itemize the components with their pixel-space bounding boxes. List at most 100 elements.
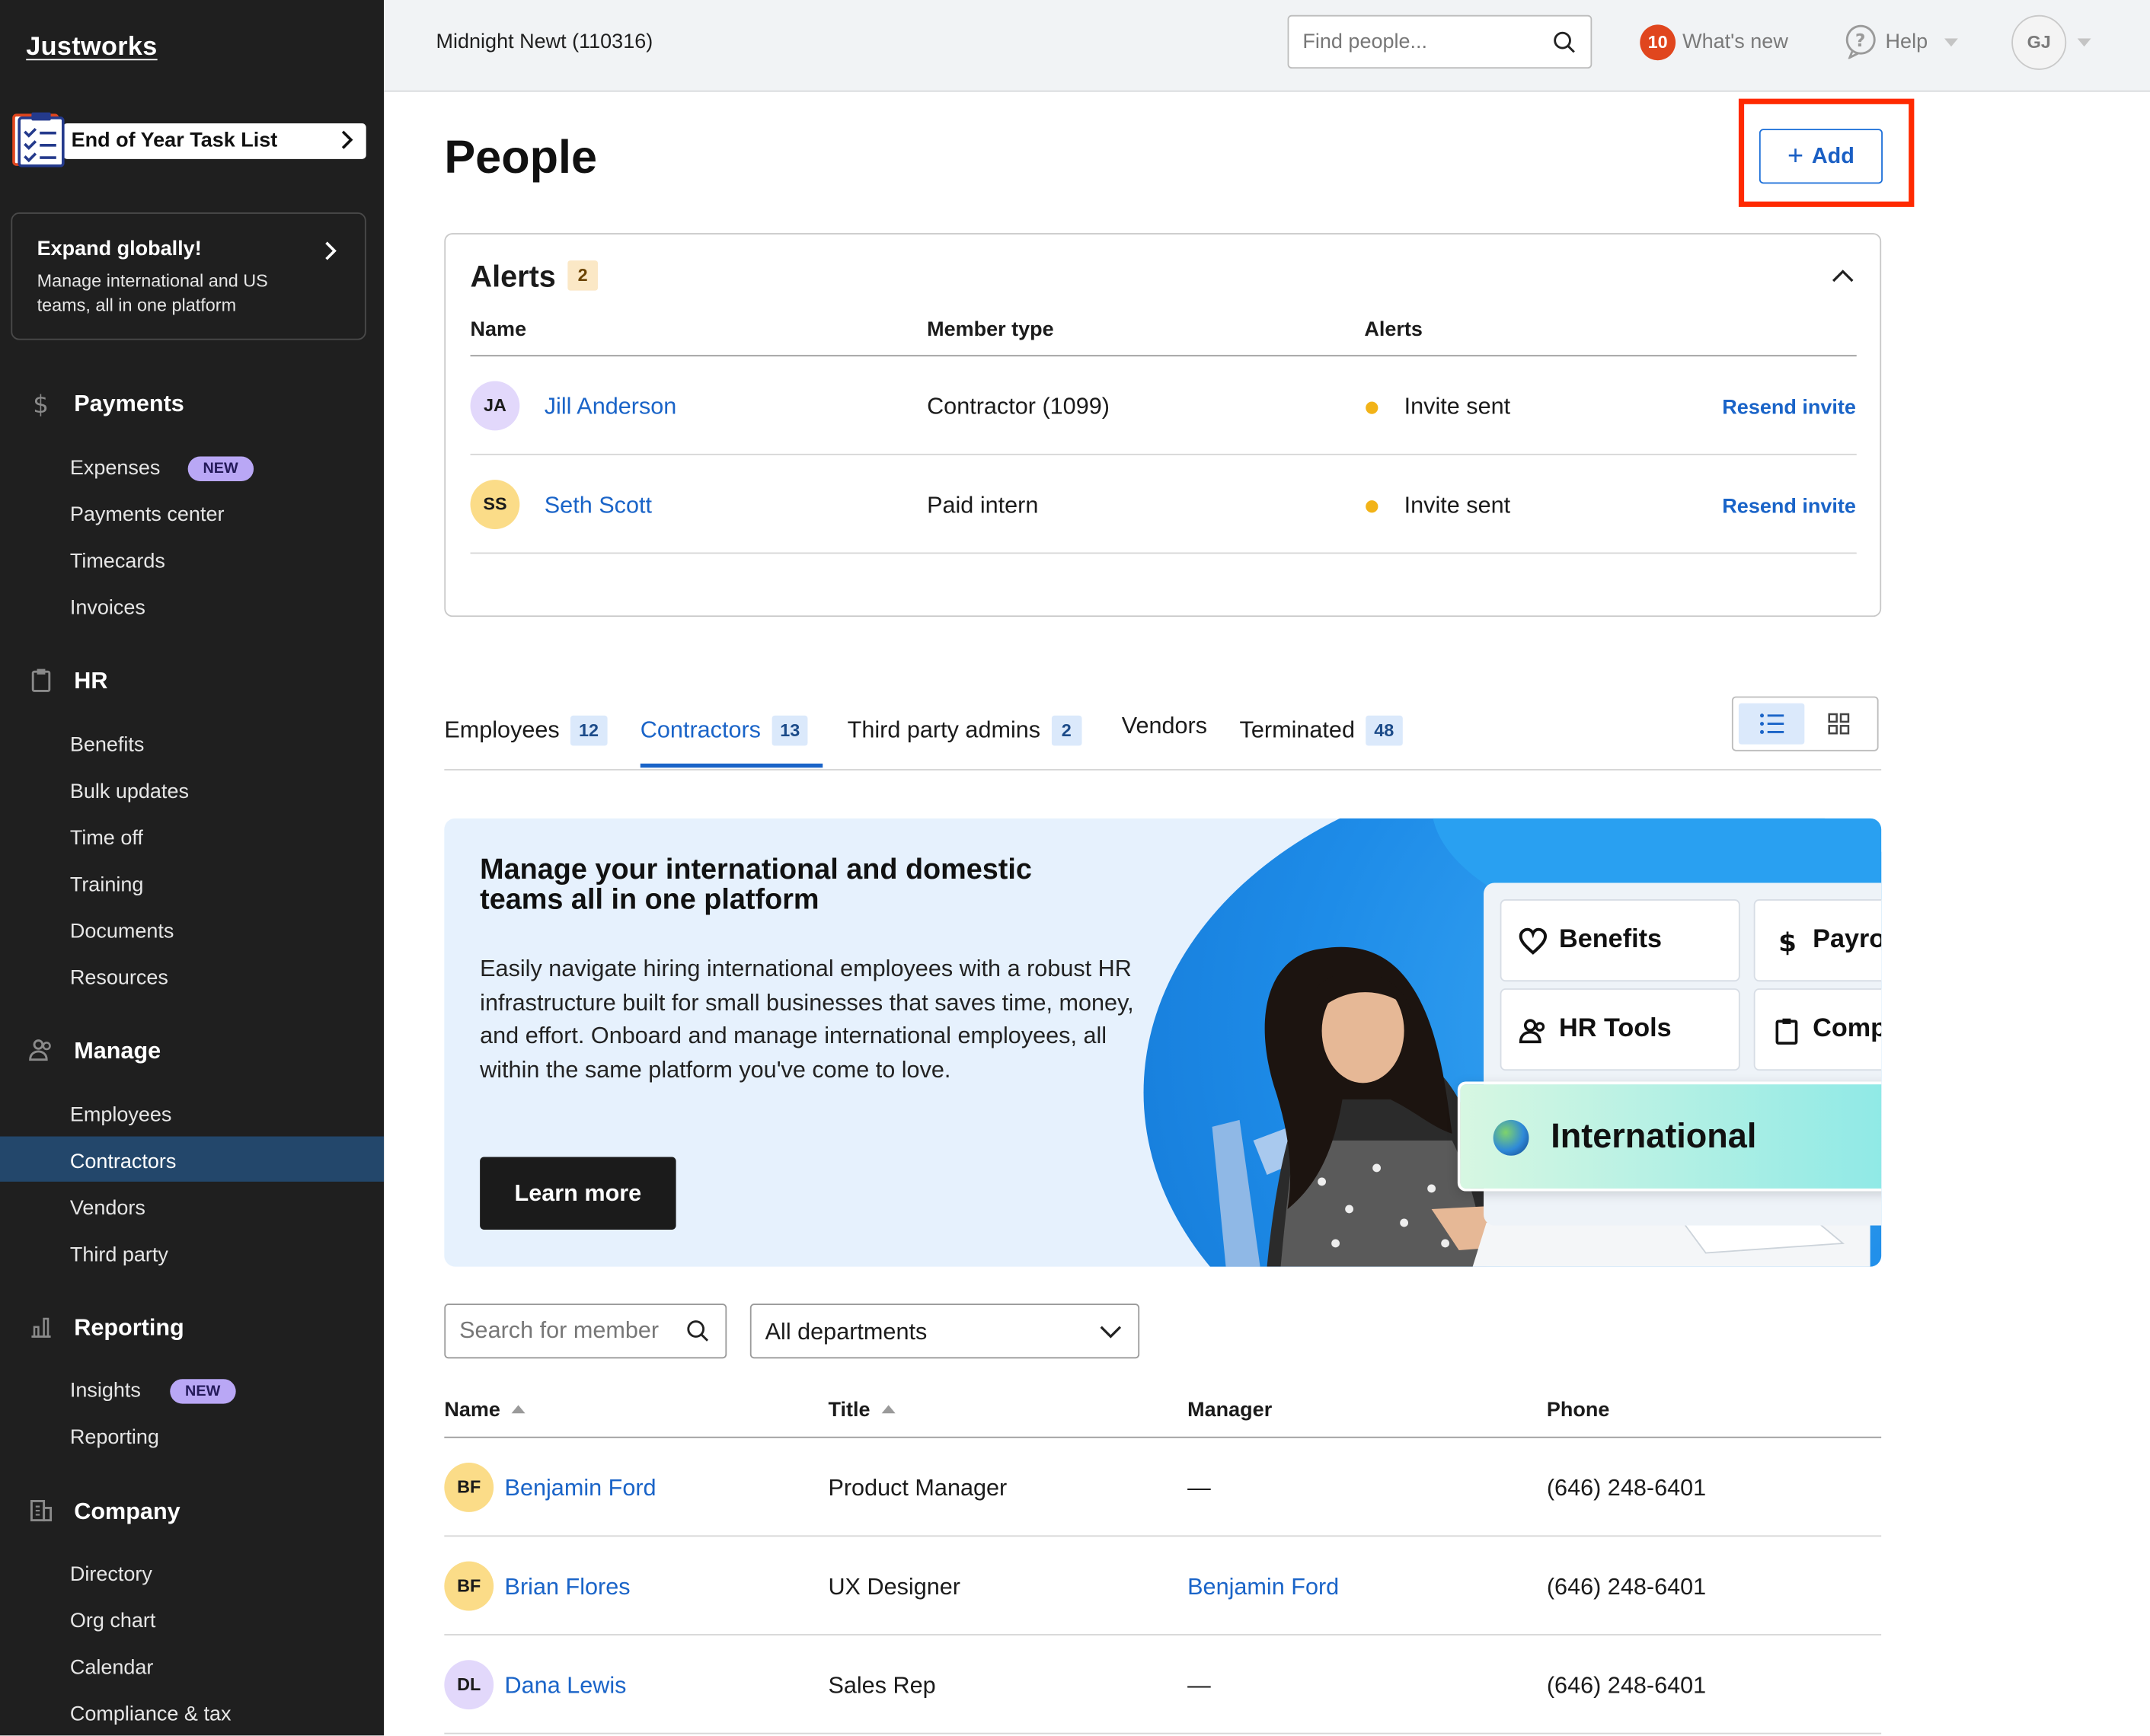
member-link[interactable]: Brian Flores (505, 1574, 631, 1601)
chevron-up-icon[interactable] (1831, 267, 1855, 284)
alerts-title: Alerts (470, 259, 556, 294)
sidebar-item-bulk-updates[interactable]: Bulk updates (70, 780, 189, 803)
whats-new-link[interactable]: What's new (1682, 30, 1788, 54)
column-header-title[interactable]: Title (828, 1398, 895, 1422)
expand-description: Manage international and US teams, all i… (37, 270, 268, 316)
sidebar-item-insights[interactable]: Insights (70, 1379, 141, 1403)
column-header-alerts: Alerts (1364, 318, 1423, 342)
member-link[interactable]: Seth Scott (545, 492, 652, 519)
sidebar-item-reporting[interactable]: Reporting (70, 1425, 159, 1449)
feature-label: Benefits (1559, 925, 1663, 955)
sidebar-item-timecards[interactable]: Timecards (70, 550, 165, 573)
find-people-input[interactable] (1287, 14, 1593, 69)
sidebar-item-time-off[interactable]: Time off (70, 827, 143, 850)
sidebar-item-invoices[interactable]: Invoices (70, 596, 145, 620)
new-badge: NEW (187, 456, 254, 481)
sidebar-item-contractors[interactable]: Contractors (70, 1150, 177, 1174)
company-name: Midnight Newt (110316) (436, 30, 653, 54)
sidebar-section-title[interactable]: Payments (74, 391, 184, 418)
sidebar-item-third-party[interactable]: Third party (70, 1243, 168, 1267)
top-bar: Midnight Newt (110316) 10 What's new ? H… (384, 0, 2150, 92)
help-link[interactable]: Help (1886, 30, 1928, 54)
end-of-year-task-list[interactable]: End of Year Task List (11, 110, 366, 168)
member-link[interactable]: Jill Anderson (545, 394, 677, 421)
heart-icon (1519, 927, 1548, 955)
row-divider (444, 1535, 1882, 1537)
column-header-phone[interactable]: Phone (1547, 1398, 1610, 1422)
sidebar-item-compliance-tax[interactable]: Compliance & tax (70, 1702, 232, 1726)
tab-employees[interactable]: Employees 12 (444, 715, 607, 746)
sidebar-item-vendors[interactable]: Vendors (70, 1197, 145, 1221)
alerts-count-badge: 2 (567, 260, 598, 291)
tab-label: Vendors (1121, 713, 1208, 739)
sidebar-section-title[interactable]: Manage (74, 1038, 161, 1065)
active-tab-indicator (640, 763, 823, 768)
row-divider (470, 552, 1857, 554)
justworks-logo[interactable]: Justworks (26, 33, 157, 63)
department-select-value: All departments (765, 1318, 928, 1345)
sidebar-item-training[interactable]: Training (70, 873, 144, 897)
member-link[interactable]: Dana Lewis (505, 1672, 627, 1699)
user-avatar[interactable]: GJ (2011, 14, 2067, 70)
column-header-manager[interactable]: Manager (1187, 1398, 1272, 1422)
sidebar-item-resources[interactable]: Resources (70, 966, 168, 990)
sidebar-item-employees[interactable]: Employees (70, 1103, 172, 1127)
expand-globally-card[interactable]: Expand globally! Manage international an… (11, 212, 366, 340)
sidebar-item-documents[interactable]: Documents (70, 920, 174, 943)
resend-invite-link[interactable]: Resend invite (1722, 495, 1856, 519)
sidebar-item-directory[interactable]: Directory (70, 1562, 152, 1586)
chevron-right-icon (341, 130, 353, 149)
task-list-label: End of Year Task List (71, 129, 278, 152)
avatar: BF (444, 1463, 494, 1512)
tab-vendors[interactable]: Vendors (1122, 713, 1207, 740)
sidebar-item-calendar[interactable]: Calendar (70, 1656, 154, 1680)
tab-terminated[interactable]: Terminated 48 (1240, 715, 1403, 746)
grid-view-icon[interactable] (1828, 713, 1850, 735)
member-title: UX Designer (828, 1573, 960, 1600)
avatar: JA (470, 381, 520, 431)
search-icon[interactable] (1552, 30, 1577, 55)
help-icon[interactable]: ? (1845, 24, 1877, 59)
tab-third-party-admins[interactable]: Third party admins 2 (847, 715, 1082, 746)
column-header-label: Title (828, 1398, 871, 1422)
department-select[interactable]: All departments (749, 1304, 1140, 1359)
plus-icon: + (1787, 140, 1804, 171)
learn-more-button[interactable]: Learn more (480, 1157, 676, 1230)
sidebar-item-payments-center[interactable]: Payments center (70, 503, 225, 527)
row-divider (470, 453, 1857, 455)
bar-chart-icon (31, 1317, 51, 1338)
resend-invite-link[interactable]: Resend invite (1722, 396, 1856, 420)
tab-count-badge: 13 (772, 715, 809, 746)
column-header-member-type: Member type (927, 318, 1054, 342)
add-button[interactable]: + Add (1759, 129, 1883, 184)
sidebar-section-title[interactable]: Company (74, 1498, 180, 1526)
sidebar-item-benefits[interactable]: Benefits (70, 733, 145, 757)
member-phone: (646) 248-6401 (1546, 1672, 1707, 1699)
list-view-icon[interactable] (1759, 713, 1784, 735)
header-divider (444, 1436, 1882, 1438)
feature-card-international: International (1457, 1081, 1882, 1192)
manager-link[interactable]: Benjamin Ford (1187, 1574, 1339, 1601)
sidebar-item-expenses[interactable]: Expenses (70, 457, 161, 480)
member-link[interactable]: Benjamin Ford (505, 1475, 657, 1502)
feature-card-payroll: $ Payro (1753, 899, 1882, 982)
add-button-label: Add (1811, 144, 1854, 168)
search-icon[interactable] (685, 1319, 710, 1343)
feature-label: International (1551, 1117, 1757, 1156)
tab-label: Third party admins (847, 716, 1041, 743)
sidebar-section-title[interactable]: HR (74, 668, 107, 695)
search-member-input[interactable] (444, 1304, 727, 1359)
tab-label: Employees (444, 716, 560, 743)
avatar: BF (444, 1561, 494, 1611)
tab-contractors[interactable]: Contractors 13 (641, 715, 809, 746)
column-header-name[interactable]: Name (444, 1398, 526, 1422)
tabs-divider (444, 769, 1882, 771)
chevron-down-icon[interactable] (2077, 38, 2091, 47)
chevron-right-icon (325, 241, 337, 260)
sidebar-section-title[interactable]: Reporting (74, 1315, 184, 1342)
chevron-down-icon[interactable] (1944, 38, 1958, 47)
view-toggle (1731, 696, 1879, 752)
sidebar-item-org-chart[interactable]: Org chart (70, 1610, 156, 1633)
whats-new-count-badge[interactable]: 10 (1640, 24, 1676, 61)
tab-count-badge: 48 (1366, 715, 1403, 746)
